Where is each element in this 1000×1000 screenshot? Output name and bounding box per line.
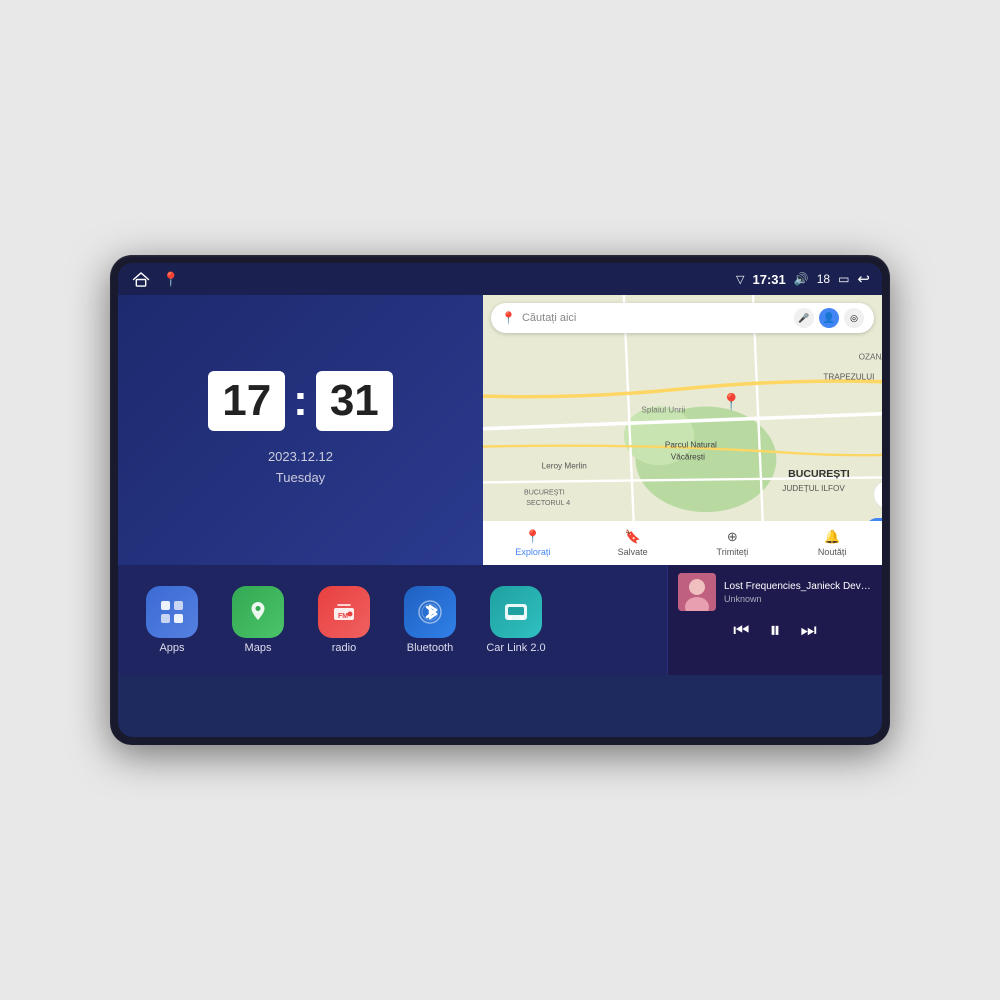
bluetooth-icon [404,586,456,638]
svg-text:📍: 📍 [721,393,741,412]
svg-text:BUCUREȘTI: BUCUREȘTI [524,490,565,497]
svg-text:JUDEȚUL ILFOV: JUDEȚUL ILFOV [782,484,845,493]
status-time: 17:31 [753,272,786,287]
app-item-apps[interactable]: Apps [133,586,211,654]
music-text-info: Lost Frequencies_Janieck Devy-... Unknow… [724,581,872,604]
music-info-row: Lost Frequencies_Janieck Devy-... Unknow… [678,573,872,611]
radio-icon: FM [318,586,370,638]
music-title: Lost Frequencies_Janieck Devy-... [724,581,872,592]
maps-shortcut-icon[interactable]: 📍 [162,271,179,288]
music-controls: ⏮ ⏸ ⏭ [678,619,872,641]
volume-icon: 🔊 [794,272,809,286]
clock-display: 17 : 31 [208,371,393,431]
status-bar: 📍 ▽ 17:31 🔊 18 ▭ ↩ [118,263,882,295]
music-album-art [678,573,716,611]
signal-icon: ▽ [736,273,744,286]
map-search-placeholder[interactable]: Căutați aici [522,312,788,324]
svg-text:BUCUREȘTI: BUCUREȘTI [788,468,850,480]
layers-button[interactable]: ◎ [844,308,864,328]
map-bottom-nav: 📍 Explorați 🔖 Salvate ⊕ Trimiteți 🔔 [483,521,882,565]
carlink-label: Car Link 2.0 [486,642,545,654]
battery-icon: ▭ [838,272,849,286]
app-item-carlink[interactable]: Car Link 2.0 [477,586,555,654]
music-artist: Unknown [724,594,872,604]
home-button[interactable] [130,270,152,288]
map-nav-share[interactable]: ⊕ Trimiteți [683,529,783,557]
voice-search-button[interactable]: 🎤 [794,308,814,328]
radio-label: radio [332,642,356,654]
svg-text:TRAPEZULUI: TRAPEZULUI [823,373,874,382]
bottom-section: Apps Maps [118,565,882,675]
map-nav-explore-label: Explorați [515,547,550,557]
apps-label: Apps [159,642,184,654]
account-button[interactable]: 👤 [819,308,839,328]
share-icon: ⊕ [727,529,738,545]
status-right: ▽ 17:31 🔊 18 ▭ ↩ [736,270,870,288]
map-nav-saved[interactable]: 🔖 Salvate [583,529,683,557]
news-icon: 🔔 [824,529,840,545]
car-display-device: 📍 ▽ 17:31 🔊 18 ▭ ↩ 17 : [110,255,890,745]
svg-text:Splaiul Unrii: Splaiul Unrii [641,405,685,414]
play-pause-button[interactable]: ⏸ [769,619,780,641]
svg-text:Parcul Natural: Parcul Natural [665,441,717,450]
clock-hours: 17 [208,371,285,431]
maps-label: Maps [245,642,272,654]
app-item-maps[interactable]: Maps [219,586,297,654]
next-button[interactable]: ⏭ [801,621,817,639]
svg-text:Leroy Merlin: Leroy Merlin [542,462,588,471]
svg-text:SECTORUL 4: SECTORUL 4 [526,500,570,507]
svg-text:⊕: ⊕ [881,488,882,503]
top-section: 17 : 31 2023.12.12 Tuesday 📍 Căutați aic… [118,295,882,565]
apps-icon [146,586,198,638]
apps-row: Apps Maps [118,565,667,675]
svg-text:OZANA: OZANA [859,353,882,362]
map-search-actions: 🎤 👤 ◎ [794,308,864,328]
map-nav-explore[interactable]: 📍 Explorați [483,529,583,557]
main-content: 17 : 31 2023.12.12 Tuesday 📍 Căutați aic… [118,295,882,737]
clock-widget: 17 : 31 2023.12.12 Tuesday [118,295,483,565]
clock-minutes: 31 [316,371,393,431]
previous-button[interactable]: ⏮ [733,621,749,639]
map-nav-share-label: Trimiteți [717,547,749,557]
battery-level: 18 [817,272,830,286]
music-widget: Lost Frequencies_Janieck Devy-... Unknow… [667,565,882,675]
maps-icon [232,586,284,638]
map-pin-icon: 📍 [501,311,516,325]
back-button[interactable]: ↩ [857,270,870,288]
app-item-radio[interactable]: FM radio [305,586,383,654]
map-widget[interactable]: 📍 Căutați aici 🎤 👤 ◎ [483,295,882,565]
svg-text:Văcărești: Văcărești [671,452,705,461]
bluetooth-label: Bluetooth [407,642,453,654]
carlink-icon [490,586,542,638]
map-search-bar[interactable]: 📍 Căutați aici 🎤 👤 ◎ [491,303,874,333]
saved-icon: 🔖 [625,529,641,545]
explore-icon: 📍 [525,529,541,545]
map-nav-news-label: Noutăți [818,547,847,557]
clock-colon: : [293,379,308,423]
status-left: 📍 [130,270,179,288]
map-nav-news[interactable]: 🔔 Noutăți [782,529,882,557]
map-nav-saved-label: Salvate [618,547,648,557]
clock-date: 2023.12.12 Tuesday [268,447,333,489]
device-screen: 📍 ▽ 17:31 🔊 18 ▭ ↩ 17 : [118,263,882,737]
app-item-bluetooth[interactable]: Bluetooth [391,586,469,654]
svg-text:FM: FM [338,613,348,620]
